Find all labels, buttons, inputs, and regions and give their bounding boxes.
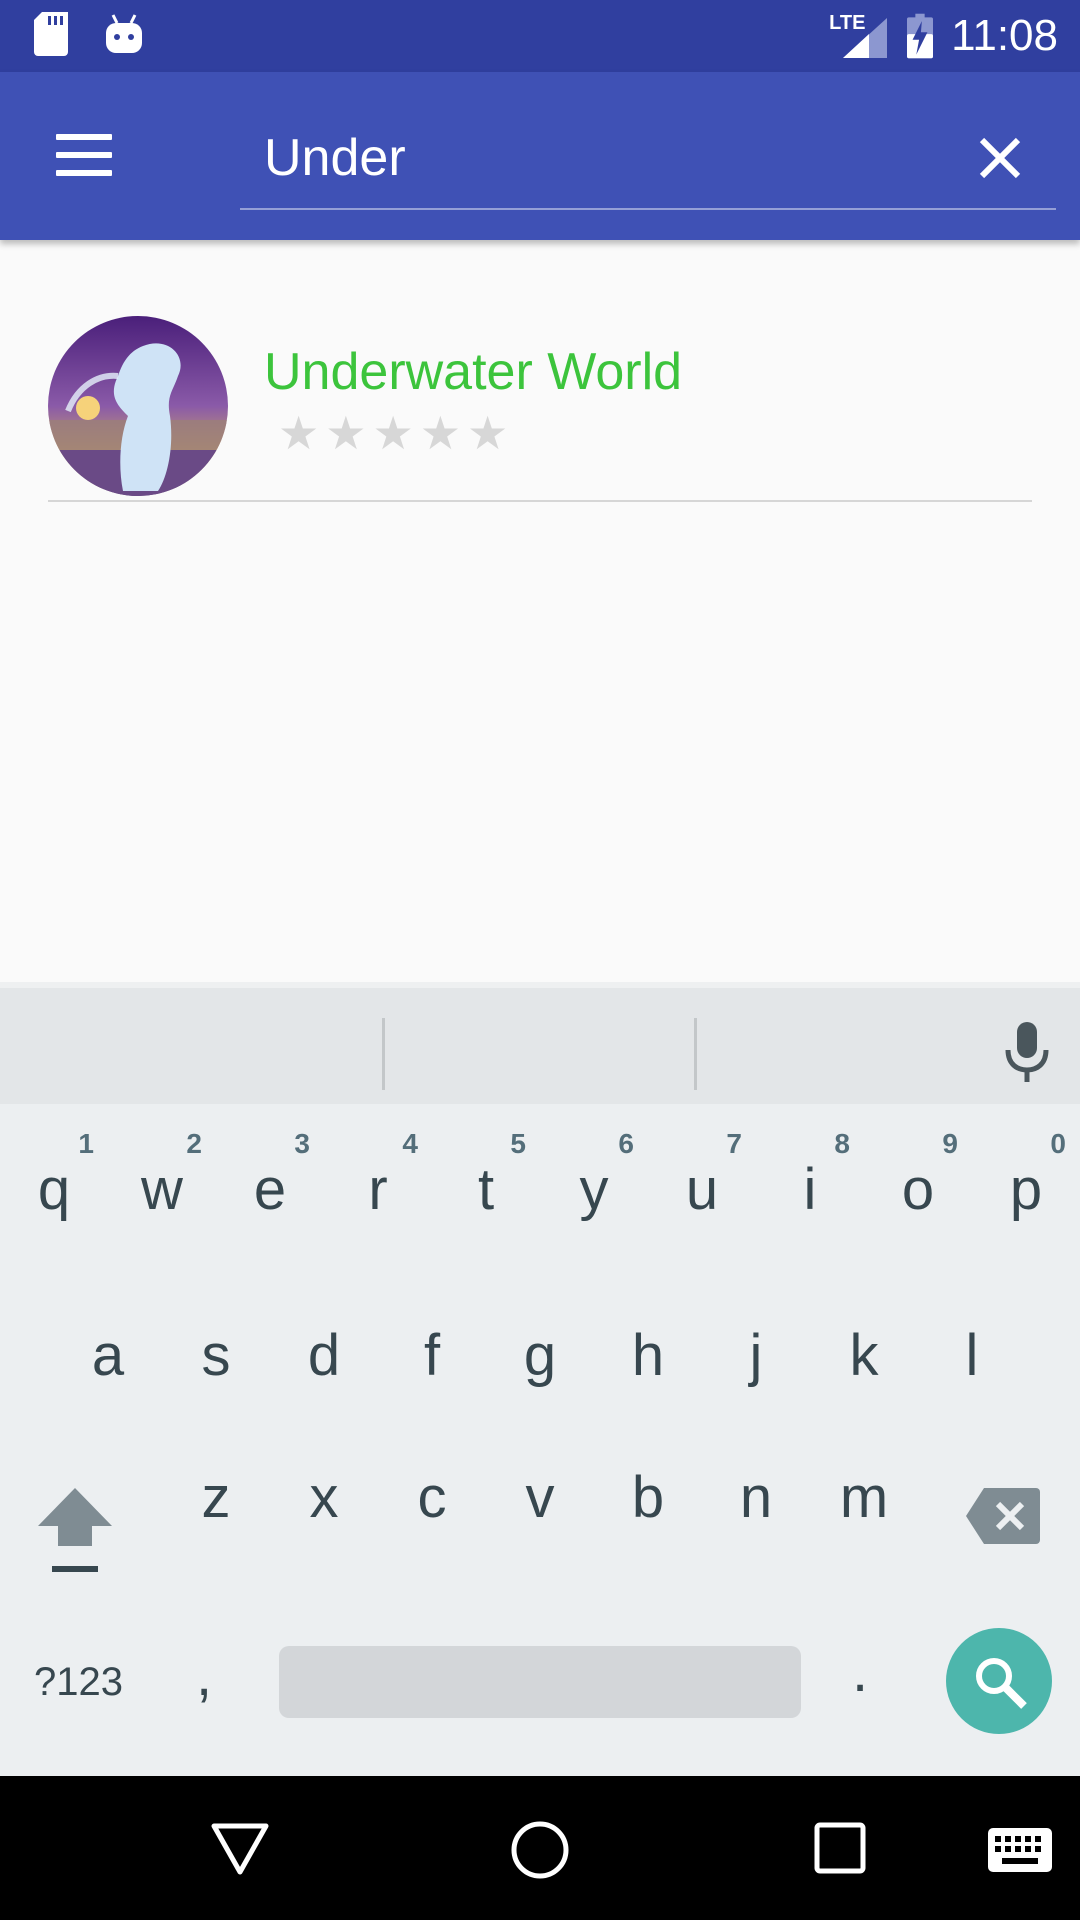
signal-icon: LTE (829, 12, 889, 60)
menu-icon[interactable] (56, 134, 112, 178)
key-s[interactable]: s (162, 1276, 270, 1436)
key-f[interactable]: f (378, 1276, 486, 1436)
key-d[interactable]: d (270, 1276, 378, 1436)
key-a[interactable]: a (54, 1276, 162, 1436)
key-p[interactable]: p0 (972, 1110, 1080, 1270)
merlion-image (48, 316, 228, 496)
key-q[interactable]: q1 (0, 1110, 108, 1270)
status-bar: LTE 11:08 (0, 0, 1080, 72)
app-bar (0, 72, 1080, 240)
battery-charging-icon (907, 13, 934, 59)
status-right-icons: LTE 11:08 (829, 10, 1058, 62)
android-debug-icon (106, 14, 142, 53)
key-e[interactable]: e3 (216, 1110, 324, 1270)
soft-keyboard: q1 w2 e3 r4 t5 y6 u7 i8 o9 p0 a s d f g … (0, 982, 1080, 1776)
key-r[interactable]: r4 (324, 1110, 432, 1270)
key-j[interactable]: j (702, 1276, 810, 1436)
mic-icon[interactable] (1004, 1022, 1050, 1084)
key-g[interactable]: g (486, 1276, 594, 1436)
key-t[interactable]: t5 (432, 1110, 540, 1270)
key-z[interactable]: z (162, 1418, 270, 1578)
spacebar[interactable] (279, 1646, 801, 1718)
key-n[interactable]: n (702, 1418, 810, 1578)
rating-stars: ★ ★ ★ ★ ★ (278, 410, 508, 456)
search-icon (976, 1658, 1027, 1709)
shift-icon[interactable] (38, 1488, 112, 1578)
nav-bar (0, 1776, 1080, 1920)
key-x[interactable]: x (270, 1418, 378, 1578)
star-icon: ★ (419, 407, 461, 459)
key-i[interactable]: i8 (756, 1110, 864, 1270)
search-field (240, 108, 1056, 210)
key-m[interactable]: m (810, 1418, 918, 1578)
key-b[interactable]: b (594, 1418, 702, 1578)
suggestion-divider (694, 1018, 697, 1090)
status-left-icons (34, 12, 144, 56)
symbols-key[interactable]: ?123 (34, 1646, 123, 1718)
key-y[interactable]: y6 (540, 1110, 648, 1270)
key-l[interactable]: l (918, 1276, 1026, 1436)
key-h[interactable]: h (594, 1276, 702, 1436)
period-key[interactable]: . (852, 1638, 868, 1705)
star-icon: ★ (467, 407, 509, 459)
search-input[interactable] (264, 108, 944, 208)
sd-card-icon (34, 12, 68, 56)
suggestion-bar (0, 982, 1080, 1104)
home-icon[interactable] (510, 1820, 570, 1880)
suggestion-divider (382, 1018, 385, 1090)
back-icon[interactable] (210, 1822, 270, 1876)
key-c[interactable]: c (378, 1418, 486, 1578)
search-key[interactable] (946, 1628, 1052, 1734)
clock: 11:08 (951, 11, 1058, 60)
key-k[interactable]: k (810, 1276, 918, 1436)
key-u[interactable]: u7 (648, 1110, 756, 1270)
key-o[interactable]: o9 (864, 1110, 972, 1270)
backspace-icon[interactable] (966, 1488, 1040, 1544)
star-icon: ★ (325, 407, 367, 459)
key-w[interactable]: w2 (108, 1110, 216, 1270)
recents-icon[interactable] (814, 1822, 866, 1874)
comma-key[interactable]: , (196, 1642, 212, 1709)
close-icon[interactable] (974, 132, 1026, 184)
result-title: Underwater World (264, 343, 683, 401)
key-v[interactable]: v (486, 1418, 594, 1578)
star-icon: ★ (278, 407, 320, 459)
star-icon: ★ (372, 407, 414, 459)
keyboard-switch-icon[interactable] (988, 1828, 1052, 1872)
list-item[interactable]: Underwater World ★ ★ ★ ★ ★ (48, 316, 1032, 502)
